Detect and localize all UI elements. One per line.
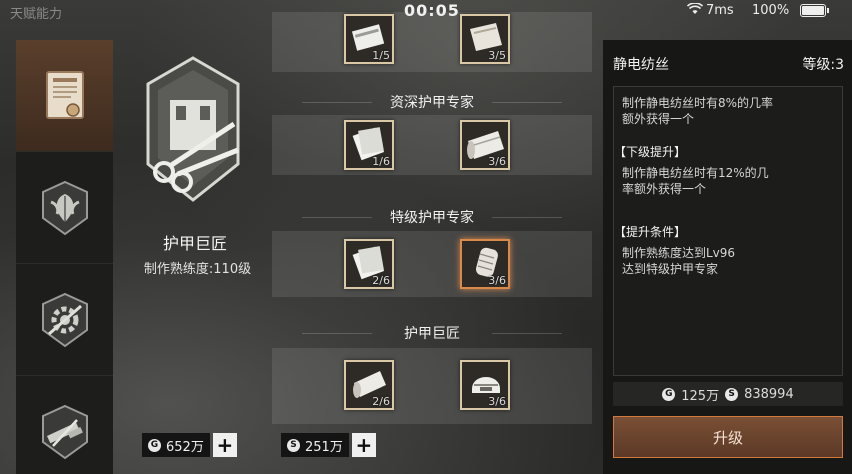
next-level-heading: 【下级提升】 (614, 145, 687, 159)
talent-tree: 1/5 3/5 资深护甲专家 1/6 3/6 特级护甲专家 2/6 3/6 护甲… (272, 12, 592, 474)
talent-item[interactable]: 2/6 (344, 360, 394, 410)
tier-title: 资深护甲专家 (272, 92, 592, 112)
category-sidebar (16, 40, 113, 474)
talent-item[interactable]: 3/6 (460, 120, 510, 170)
skill-name: 护甲巨匠 (162, 234, 227, 253)
description-line: 制作静电纺丝时有8%的几率 (622, 96, 774, 110)
cost-gold: 125万 (681, 388, 720, 404)
next-level-line: 率额外获得一个 (622, 182, 707, 196)
talent-item[interactable]: 2/6 (344, 239, 394, 289)
gold-coin-icon: G (662, 387, 676, 401)
network-latency: 7ms (706, 3, 734, 18)
item-count: 2/6 (372, 274, 390, 287)
category-tab-gear[interactable] (16, 264, 113, 376)
description-line: 额外获得一个 (622, 112, 695, 126)
category-tab-certificate[interactable] (16, 40, 113, 152)
armor-tailor-emblem-icon (146, 56, 240, 202)
category-tab-weapon[interactable] (16, 376, 113, 474)
tier-row: 1/6 3/6 (272, 115, 592, 175)
talent-item[interactable]: 1/6 (344, 120, 394, 170)
talent-item[interactable]: 3/6 (460, 360, 510, 410)
wifi-icon (686, 2, 704, 18)
detail-description-box: 制作静电纺丝时有8%的几率 额外获得一个 【下级提升】 制作静电纺丝时有12%的… (613, 86, 843, 376)
cost-silver: 838994 (744, 386, 794, 402)
item-count: 3/6 (488, 155, 506, 168)
talent-item-selected[interactable]: 3/6 (460, 239, 510, 289)
item-count: 2/6 (372, 395, 390, 408)
tier-row: 2/6 3/6 (272, 348, 592, 424)
detail-level: 等级:3 (802, 57, 844, 73)
next-level-line: 制作静电纺丝时有12%的几 (622, 166, 769, 180)
upgrade-button[interactable]: 升级 (613, 416, 843, 458)
gold-coin-icon: G (148, 438, 161, 452)
tier-title: 护甲巨匠 (272, 323, 592, 343)
leaf-emblem-icon (41, 180, 88, 235)
detail-panel: 静电纺丝 等级:3 制作静电纺丝时有8%的几率 额外获得一个 【下级提升】 制作… (603, 40, 852, 474)
tier-title: 特级护甲专家 (272, 207, 592, 227)
weapon-tools-icon (41, 404, 88, 459)
tier-row: 1/5 3/5 (272, 12, 592, 72)
talent-item[interactable]: 3/5 (460, 14, 510, 64)
gold-amount: 652万 (166, 439, 204, 455)
silver-coin-icon: S (725, 387, 739, 401)
tier-row: 2/6 3/6 (272, 231, 592, 297)
item-count: 3/6 (488, 395, 506, 408)
skill-proficiency: 制作熟练度:110级 (143, 262, 252, 277)
upgrade-cost: G 125万 S 838994 (613, 382, 843, 406)
condition-heading: 【提升条件】 (614, 225, 687, 239)
ghost-title: 天赋能力 (10, 7, 63, 22)
battery-icon (800, 4, 829, 17)
item-count: 3/5 (488, 49, 506, 62)
detail-title: 静电纺丝 (613, 57, 669, 73)
item-count: 1/5 (372, 49, 390, 62)
category-tab-leaf[interactable] (16, 152, 113, 264)
item-count: 3/6 (488, 274, 506, 287)
gear-tools-icon (41, 292, 88, 347)
item-count: 1/6 (372, 155, 390, 168)
condition-line: 达到特级护甲专家 (622, 262, 719, 276)
battery-percent: 100% (752, 3, 790, 18)
certificate-icon (45, 70, 84, 119)
add-gold-button[interactable]: + (212, 433, 237, 457)
condition-line: 制作熟练度达到Lv96 (622, 246, 736, 260)
gold-currency: G 652万 + (142, 433, 237, 457)
talent-item[interactable]: 1/5 (344, 14, 394, 64)
